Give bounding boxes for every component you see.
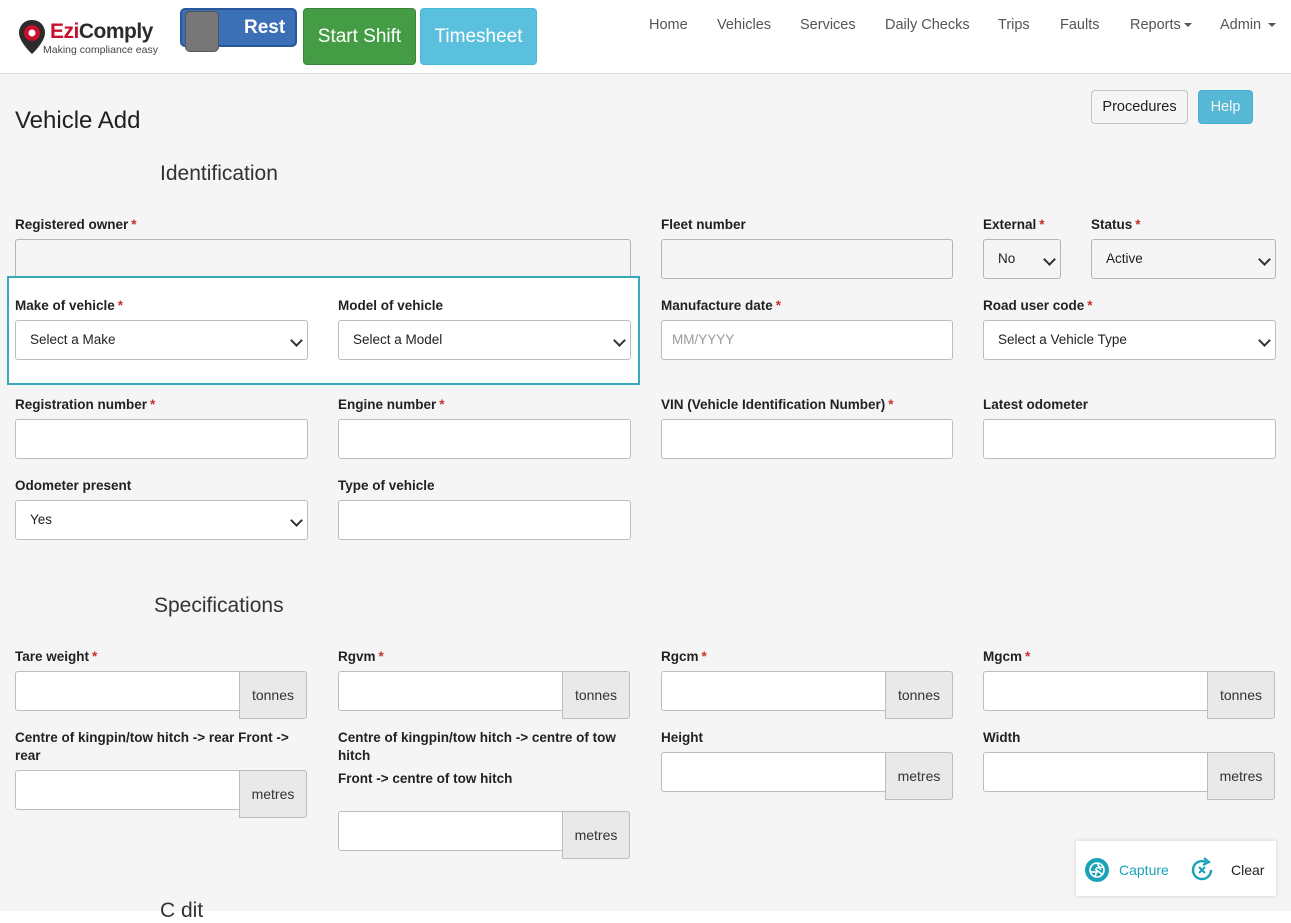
- chevron-down-icon: [1043, 253, 1056, 266]
- chevron-down-icon: [1258, 253, 1271, 266]
- capture-button[interactable]: Capture: [1084, 857, 1169, 883]
- kingpin-tow-input[interactable]: [338, 811, 563, 851]
- tare-weight-label: Tare weight *: [15, 649, 98, 664]
- latest-odometer-input[interactable]: [983, 419, 1276, 459]
- kingpin-tow-unit: metres: [562, 811, 630, 859]
- width-unit: metres: [1207, 752, 1275, 800]
- width-label: Width: [983, 730, 1021, 745]
- start-shift-button[interactable]: Start Shift: [303, 8, 416, 65]
- manufacture-date-label: Manufacture date *: [661, 298, 782, 313]
- specifications-heading: Specifications: [154, 594, 284, 617]
- rgcm-label: Rgcm *: [661, 649, 707, 664]
- registered-owner-input[interactable]: [15, 239, 631, 279]
- mgcm-label: Mgcm *: [983, 649, 1031, 664]
- procedures-button[interactable]: Procedures: [1091, 90, 1188, 124]
- vin-label: VIN (Vehicle Identification Number) *: [661, 397, 894, 412]
- nav-daily-checks[interactable]: Daily Checks: [885, 17, 970, 33]
- model-select[interactable]: Select a Model: [338, 320, 631, 360]
- nav-vehicles[interactable]: Vehicles: [717, 17, 771, 33]
- tare-weight-input[interactable]: [15, 671, 240, 711]
- height-label: Height: [661, 730, 703, 745]
- chevron-down-icon: [290, 514, 303, 527]
- toggle-knob[interactable]: [185, 11, 219, 52]
- capture-label: Capture: [1119, 862, 1169, 878]
- top-navbar: EziComply Making compliance easy Rest St…: [0, 0, 1291, 74]
- external-select[interactable]: No: [983, 239, 1061, 279]
- registration-number-input[interactable]: [15, 419, 308, 459]
- external-label: External *: [983, 217, 1045, 232]
- road-user-code-select[interactable]: Select a Vehicle Type: [983, 320, 1276, 360]
- help-button[interactable]: Help: [1198, 90, 1253, 124]
- timesheet-button[interactable]: Timesheet: [420, 8, 537, 65]
- page-title: Vehicle Add: [15, 107, 141, 134]
- model-label: Model of vehicle: [338, 298, 444, 313]
- mgcm-input[interactable]: [983, 671, 1208, 711]
- height-unit: metres: [885, 752, 953, 800]
- tare-weight-unit: tonnes: [239, 671, 307, 719]
- width-input[interactable]: [983, 752, 1208, 792]
- engine-number-input[interactable]: [338, 419, 631, 459]
- fleet-number-label: Fleet number: [661, 217, 746, 232]
- road-user-code-label: Road user code *: [983, 298, 1093, 313]
- chevron-down-icon: [1258, 334, 1271, 347]
- type-of-vehicle-input[interactable]: [338, 500, 631, 540]
- toggle-label: Rest: [244, 17, 286, 38]
- make-select[interactable]: Select a Make: [15, 320, 308, 360]
- manufacture-date-input[interactable]: MM/YYYY: [661, 320, 953, 360]
- nav-faults[interactable]: Faults: [1060, 17, 1100, 33]
- nav-services[interactable]: Services: [800, 17, 856, 33]
- nav-admin[interactable]: Admin: [1220, 17, 1277, 33]
- next-section-heading: C dit: [160, 899, 204, 922]
- nav-admin-label: Admin: [1220, 17, 1262, 33]
- clear-label: Clear: [1231, 862, 1265, 878]
- nav-reports[interactable]: Reports: [1130, 17, 1192, 33]
- identification-heading: Identification: [160, 162, 278, 185]
- kingpin-rear-unit: metres: [239, 770, 307, 818]
- engine-number-label: Engine number *: [338, 397, 445, 412]
- caret-down-icon: [1183, 23, 1192, 28]
- rest-toggle[interactable]: Rest: [180, 8, 297, 52]
- nav-trips[interactable]: Trips: [998, 17, 1030, 33]
- location-pin-icon: [19, 20, 45, 54]
- kingpin-rear-label: Centre of kingpin/tow hitch -> rear Fron…: [15, 730, 289, 763]
- caret-down-icon: [1268, 23, 1277, 28]
- rgvm-unit: tonnes: [562, 671, 630, 719]
- odometer-present-label: Odometer present: [15, 478, 132, 493]
- vin-input[interactable]: [661, 419, 953, 459]
- chevron-down-icon: [613, 334, 626, 347]
- odometer-present-select[interactable]: Yes: [15, 500, 308, 540]
- status-select[interactable]: Active: [1091, 239, 1276, 279]
- kingpin-rear-input[interactable]: [15, 770, 240, 810]
- brand-name: EziComply: [50, 20, 153, 43]
- fleet-number-input[interactable]: [661, 239, 953, 279]
- nav-home[interactable]: Home: [649, 17, 688, 33]
- rgcm-input[interactable]: [661, 671, 886, 711]
- rgvm-label: Rgvm *: [338, 649, 384, 664]
- camera-shutter-icon: [1085, 858, 1109, 882]
- status-label: Status *: [1091, 217, 1141, 232]
- rgcm-unit: tonnes: [885, 671, 953, 719]
- registered-owner-label: Registered owner *: [15, 217, 137, 232]
- clear-button[interactable]: Clear: [1189, 857, 1264, 883]
- front-tow-label: Front -> centre of tow hitch: [338, 771, 513, 786]
- height-input[interactable]: [661, 752, 886, 792]
- mgcm-unit: tonnes: [1207, 671, 1275, 719]
- latest-odometer-label: Latest odometer: [983, 397, 1089, 412]
- chevron-down-icon: [290, 334, 303, 347]
- kingpin-tow-label: Centre of kingpin/tow hitch -> centre of…: [338, 730, 616, 763]
- type-of-vehicle-label: Type of vehicle: [338, 478, 435, 493]
- ezicomply-logo[interactable]: EziComply Making compliance easy: [18, 18, 168, 58]
- nav-reports-label: Reports: [1130, 17, 1181, 33]
- rgvm-input[interactable]: [338, 671, 563, 711]
- capture-toolbar: Capture Clear: [1076, 841, 1276, 896]
- clear-refresh-icon: [1191, 857, 1213, 881]
- make-label: Make of vehicle *: [15, 298, 124, 313]
- registration-number-label: Registration number *: [15, 397, 156, 412]
- brand-tagline: Making compliance easy: [43, 44, 158, 56]
